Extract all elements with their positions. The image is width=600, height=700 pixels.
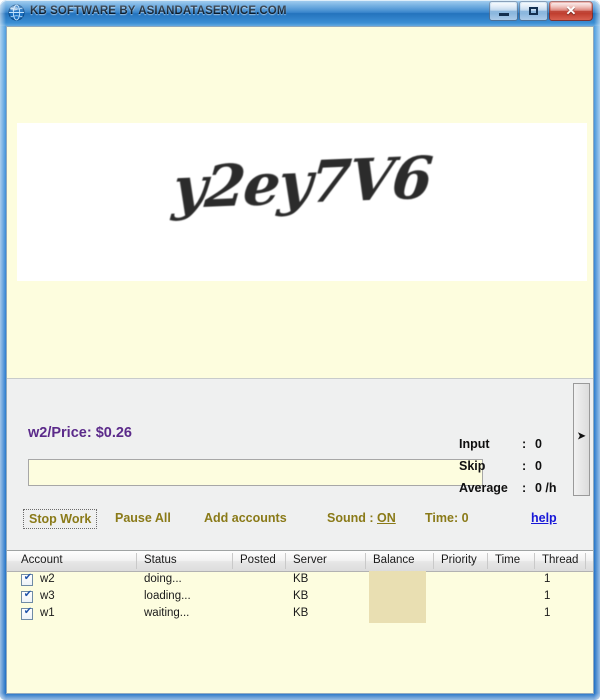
- cell-thread: 1: [544, 573, 551, 585]
- table-row[interactable]: w3 loading... KB 1: [7, 589, 593, 606]
- cell-status: doing...: [144, 573, 182, 585]
- stat-colon-input: :: [522, 437, 527, 451]
- title-bar[interactable]: KB SOFTWARE BY ASIANDATASERVICE.COM ✕: [0, 0, 600, 26]
- chevron-right-icon: ➤: [577, 431, 586, 442]
- stop-work-button[interactable]: Stop Work: [23, 509, 98, 529]
- help-link[interactable]: help: [531, 511, 557, 525]
- stat-value-input: 0: [535, 437, 542, 451]
- accounts-list: Account Status Posted Server Balance Pri…: [7, 550, 593, 693]
- cell-account: w1: [40, 607, 55, 619]
- stat-label-input: Input: [459, 437, 490, 451]
- stat-colon-skip: :: [522, 459, 527, 473]
- cell-thread: 1: [544, 590, 551, 602]
- application-window: KB SOFTWARE BY ASIANDATASERVICE.COM ✕ y2…: [0, 0, 600, 700]
- row-checkbox[interactable]: [21, 589, 34, 603]
- sound-label: Sound :: [327, 511, 377, 525]
- table-body: w2 doing... KB 1 w3 loading... KB: [7, 572, 593, 623]
- sound-state: ON: [377, 511, 396, 525]
- stat-value-average: 0 /h: [535, 481, 557, 495]
- close-button[interactable]: ✕: [549, 1, 593, 21]
- client-area: y2ey7V6 w2/Price: $0.26 Input : 0 Skip :…: [6, 26, 594, 694]
- add-accounts-button[interactable]: Add accounts: [204, 511, 287, 525]
- minimize-button[interactable]: [489, 1, 518, 21]
- maximize-button[interactable]: [519, 1, 548, 21]
- row-checkbox[interactable]: [21, 572, 34, 586]
- list-empty-space: [7, 643, 593, 693]
- stat-value-skip: 0: [535, 459, 542, 473]
- row-checkbox[interactable]: [21, 606, 34, 620]
- globe-icon: [8, 4, 25, 21]
- column-header-account[interactable]: Account: [21, 554, 63, 566]
- panel-splitter[interactable]: ➤: [573, 383, 590, 496]
- stat-row-skip: Skip : 0: [459, 459, 583, 481]
- cell-server: KB: [293, 607, 309, 619]
- table-row[interactable]: w2 doing... KB 1: [7, 572, 593, 589]
- time-counter: Time: 0: [425, 511, 469, 525]
- price-label: w2/Price: $0.26: [28, 425, 132, 441]
- cell-server: KB: [293, 590, 309, 602]
- toolbar: Stop Work Pause All Add accounts Sound :…: [7, 505, 593, 539]
- table-row[interactable]: w1 waiting... KB 1: [7, 606, 593, 623]
- close-icon: ✕: [565, 3, 577, 18]
- stat-colon-average: :: [522, 481, 527, 495]
- stats-panel: Input : 0 Skip : 0 Average : 0 /h: [459, 437, 583, 503]
- column-header-thread[interactable]: Thread: [542, 554, 578, 566]
- column-header-time[interactable]: Time: [495, 554, 520, 566]
- cell-status: waiting...: [144, 607, 190, 619]
- minimize-icon: [490, 2, 517, 20]
- stat-label-skip: Skip: [459, 459, 486, 473]
- stat-row-input: Input : 0: [459, 437, 583, 459]
- work-panel: w2/Price: $0.26 Input : 0 Skip : 0 Avera…: [7, 378, 593, 551]
- stat-label-average: Average: [459, 481, 508, 495]
- table-header: Account Status Posted Server Balance Pri…: [7, 551, 593, 572]
- maximize-icon: [520, 2, 547, 20]
- column-header-server[interactable]: Server: [293, 554, 327, 566]
- window-title: KB SOFTWARE BY ASIANDATASERVICE.COM: [30, 5, 287, 17]
- cell-status: loading...: [144, 590, 191, 602]
- captcha-text: y2ey7V6: [170, 143, 434, 223]
- captcha-panel: y2ey7V6: [7, 27, 593, 378]
- stat-row-average: Average : 0 /h: [459, 481, 583, 503]
- captcha-image: y2ey7V6: [17, 123, 587, 281]
- column-header-status[interactable]: Status: [144, 554, 177, 566]
- cell-thread: 1: [544, 607, 551, 619]
- column-header-balance[interactable]: Balance: [373, 554, 415, 566]
- column-header-posted[interactable]: Posted: [240, 554, 276, 566]
- cell-server: KB: [293, 573, 309, 585]
- captcha-answer-input[interactable]: [28, 459, 483, 486]
- pause-all-button[interactable]: Pause All: [115, 511, 171, 525]
- sound-toggle[interactable]: Sound : ON: [327, 511, 396, 525]
- cell-account: w2: [40, 573, 55, 585]
- column-header-priority[interactable]: Priority: [441, 554, 477, 566]
- cell-account: w3: [40, 590, 55, 602]
